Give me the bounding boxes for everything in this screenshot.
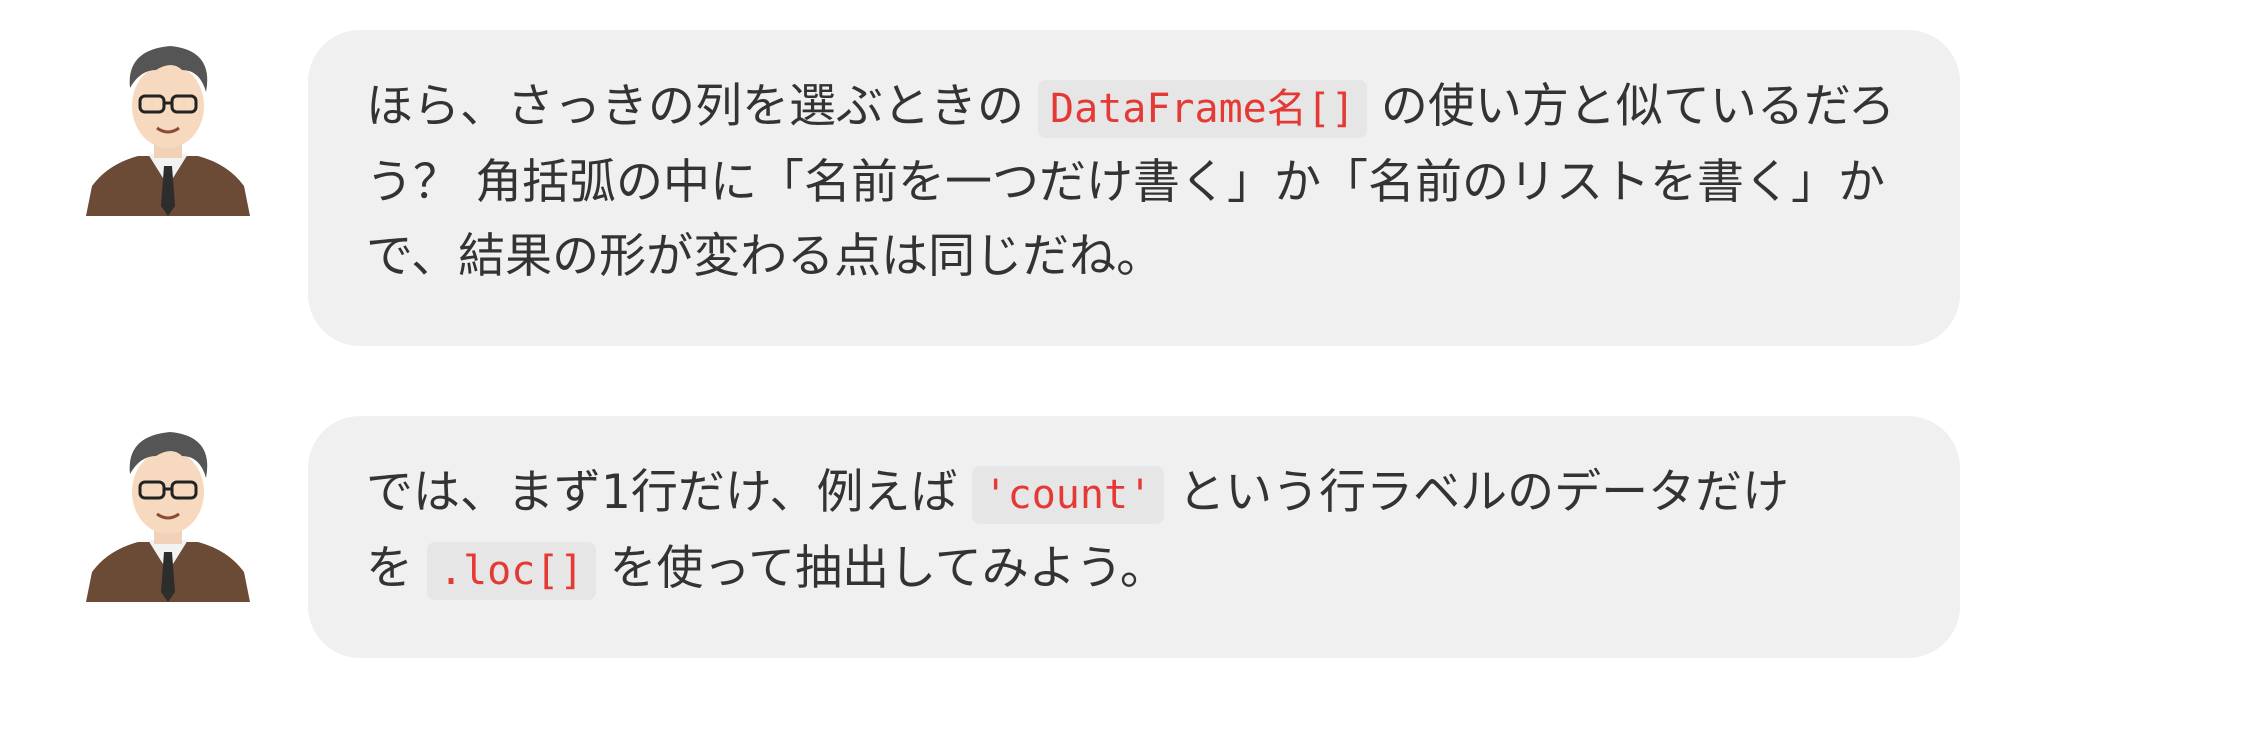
inline-code: DataFrame名[] bbox=[1038, 80, 1367, 138]
message-text: では、まず1行だけ、例えば'count' という行ラベルのデータだけを .loc[]… bbox=[366, 456, 1902, 608]
message-text-segment: では、まず1行だけ、例えば bbox=[366, 465, 958, 520]
message-text-segment: を使って抽出してみよう。 bbox=[609, 541, 1167, 596]
inline-code: 'count' bbox=[971, 466, 1165, 524]
message-text: ほら、さっきの列を選ぶときの DataFrame名[] の使い方と似ているだろう？ … bbox=[366, 70, 1902, 294]
teacher-avatar-icon bbox=[78, 422, 258, 602]
message-text-segment: ほら、さっきの列を選ぶときの bbox=[366, 79, 1024, 134]
chat-bubble: ほら、さっきの列を選ぶときの DataFrame名[] の使い方と似ているだろう？ … bbox=[308, 30, 1960, 346]
teacher-avatar-icon bbox=[78, 36, 258, 216]
inline-code: .loc[] bbox=[427, 542, 596, 600]
chat-bubble: では、まず1行だけ、例えば'count' という行ラベルのデータだけを .loc[]… bbox=[308, 416, 1960, 658]
